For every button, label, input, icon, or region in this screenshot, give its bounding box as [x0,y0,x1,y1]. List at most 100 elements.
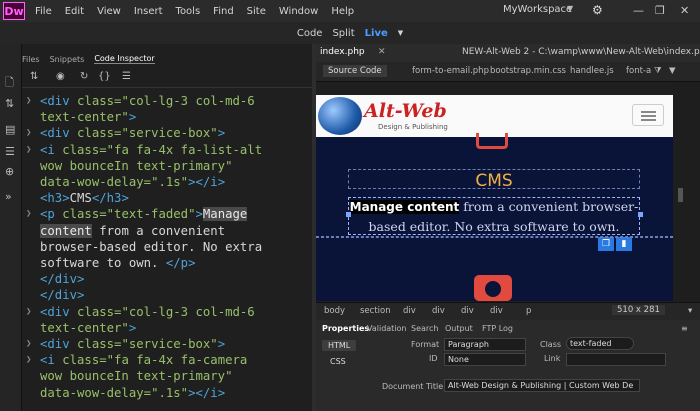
code-line[interactable]: text-center"> [26,320,312,336]
fold-arrow-icon[interactable]: ❯ [26,206,40,222]
css-mode-button[interactable]: CSS [330,357,346,366]
close-icon[interactable]: ✕ [680,4,689,17]
workspace-switcher[interactable]: MyWorkspace [503,4,572,15]
code-line[interactable]: ❯ <div class="col-lg-3 col-md-6 [26,93,312,109]
chevron-down-icon[interactable]: ▼ [567,4,573,13]
minimize-icon[interactable]: — [633,4,644,17]
menu-insert[interactable]: Insert [134,6,163,17]
tab-properties[interactable]: Properties [322,324,369,333]
related-file[interactable]: handlee.js [570,66,614,76]
format-select[interactable]: Paragraph [444,338,526,351]
tag-selector-div[interactable]: div [490,306,503,316]
service-paragraph[interactable]: Manage content from a convenient browser… [348,197,640,236]
tag-selector-div[interactable]: div [432,306,445,316]
source-code-button[interactable]: Source Code [323,65,387,77]
link-input[interactable] [566,353,666,366]
live-view[interactable]: Alt-Web Design & Publishing CMS Manage c… [316,95,673,301]
format-code-icon[interactable]: ☰ [122,71,131,82]
tab-ftp-log[interactable]: FTP Log [482,324,513,333]
code-editor[interactable]: ❯ <div class="col-lg-3 col-md-6 text-cente… [26,93,312,411]
menu-help[interactable]: Help [331,6,354,17]
tab-code-inspector[interactable]: Code Inspector [94,54,155,64]
viewport-size[interactable]: 510 x 281 [612,305,665,315]
document-title-input[interactable]: Alt-Web Design & Publishing | Custom Web… [444,379,640,392]
maximize-icon[interactable]: ❐ [655,4,665,17]
menu-window[interactable]: Window [279,6,318,17]
fold-arrow-icon[interactable]: ❯ [26,304,40,320]
live-view-button[interactable]: Live [365,28,388,39]
menu-site[interactable]: Site [247,6,266,17]
fold-arrow-icon[interactable]: ❯ [26,93,40,109]
tab-output[interactable]: Output [445,324,473,333]
code-line[interactable]: ❯ <div class="service-box"> [26,336,312,352]
chevron-down-icon[interactable]: ▾ [688,306,692,316]
fold-arrow-icon[interactable]: ❯ [26,142,40,158]
related-file[interactable]: form-to-email.php [412,66,489,76]
menu-find[interactable]: Find [213,6,234,17]
tag-selector-section[interactable]: section [360,306,391,316]
sort-icon[interactable]: ⇅ [5,97,14,110]
fold-arrow-icon[interactable]: ❯ [26,336,40,352]
resize-handle[interactable] [346,212,351,217]
refresh-icon[interactable]: ↻ [80,71,88,82]
code-line[interactable]: <h3>CMS</h3> [26,190,312,206]
copy-icon[interactable]: ❐ [598,237,614,251]
filter-icon[interactable]: ⧩ [654,66,662,76]
funnel-icon[interactable]: ▼ [669,66,676,76]
tab-validation[interactable]: Validation [367,324,407,333]
service-heading[interactable]: CMS [348,171,640,191]
tag-selector-p[interactable]: p [526,306,531,316]
format-icon[interactable]: ▤ [5,123,15,136]
live-view-scrollbar[interactable] [673,82,700,302]
expand-icon[interactable]: » [5,190,12,203]
split-view-button[interactable]: Split [332,28,354,39]
link-icon[interactable]: ⇅ [30,71,38,82]
code-line[interactable]: data-wow-delay=".1s"></i> [26,174,312,190]
code-line[interactable]: ❯ <div class="col-lg-3 col-md-6 [26,304,312,320]
close-icon[interactable]: ✕ [378,47,386,57]
code-line[interactable]: data-wow-delay=".1s"></i> [26,385,312,401]
menu-edit[interactable]: Edit [65,6,84,17]
resize-handle[interactable] [638,212,643,217]
tab-search[interactable]: Search [411,324,438,333]
globe-icon[interactable]: ◉ [56,71,65,82]
class-select[interactable]: text-faded [566,337,634,350]
menu-tools[interactable]: Tools [176,6,201,17]
fold-arrow-icon[interactable]: ❯ [26,125,40,141]
code-line[interactable]: </div> [26,271,312,287]
code-line[interactable]: content from a convenient [26,223,312,239]
code-line[interactable]: </div> [26,287,312,303]
tag-selector-div[interactable]: div [403,306,416,316]
code-line[interactable]: wow bounceIn text-primary" [26,158,312,174]
chevron-down-icon[interactable]: ▼ [398,29,403,37]
tab-snippets[interactable]: Snippets [50,55,85,64]
hamburger-menu-icon[interactable] [632,104,664,126]
id-select[interactable]: None [444,353,526,366]
code-line[interactable]: ❯ <i class="fa fa-4x fa-camera [26,352,312,368]
target-icon[interactable]: ⊕ [5,165,14,178]
fold-arrow-icon[interactable]: ❯ [26,352,40,368]
braces-icon[interactable]: {} [98,71,111,82]
code-line[interactable]: ❯ <div class="service-box"> [26,125,312,141]
code-line[interactable]: software to own. </p> [26,255,312,271]
list-icon[interactable]: ☰ [5,145,15,158]
code-line[interactable]: browser-based editor. No extra [26,239,312,255]
file-icon[interactable]: 🗋 [5,74,14,93]
code-line[interactable]: wow bounceIn text-primary" [26,368,312,384]
gear-icon[interactable]: ⚙ [592,3,603,17]
document-tab[interactable]: index.php [320,47,365,57]
related-file[interactable]: font-a [626,66,651,76]
code-view-button[interactable]: Code [297,28,323,39]
menu-view[interactable]: View [97,6,121,17]
tab-files[interactable]: Files [22,55,40,64]
element-options-icon[interactable]: ▮ [616,237,632,251]
code-line[interactable]: ❯ <p class="text-faded">Manage [26,206,312,222]
menu-file[interactable]: File [35,6,52,17]
tag-selector-div[interactable]: div [461,306,474,316]
panel-menu-icon[interactable]: ≡ [681,324,688,333]
code-line[interactable]: text-center"> [26,109,312,125]
related-file[interactable]: bootstrap.min.css [490,66,566,76]
tag-selector-body[interactable]: body [324,306,345,316]
html-mode-button[interactable]: HTML [322,340,357,351]
code-line[interactable]: ❯ <i class="fa fa-4x fa-list-alt [26,142,312,158]
